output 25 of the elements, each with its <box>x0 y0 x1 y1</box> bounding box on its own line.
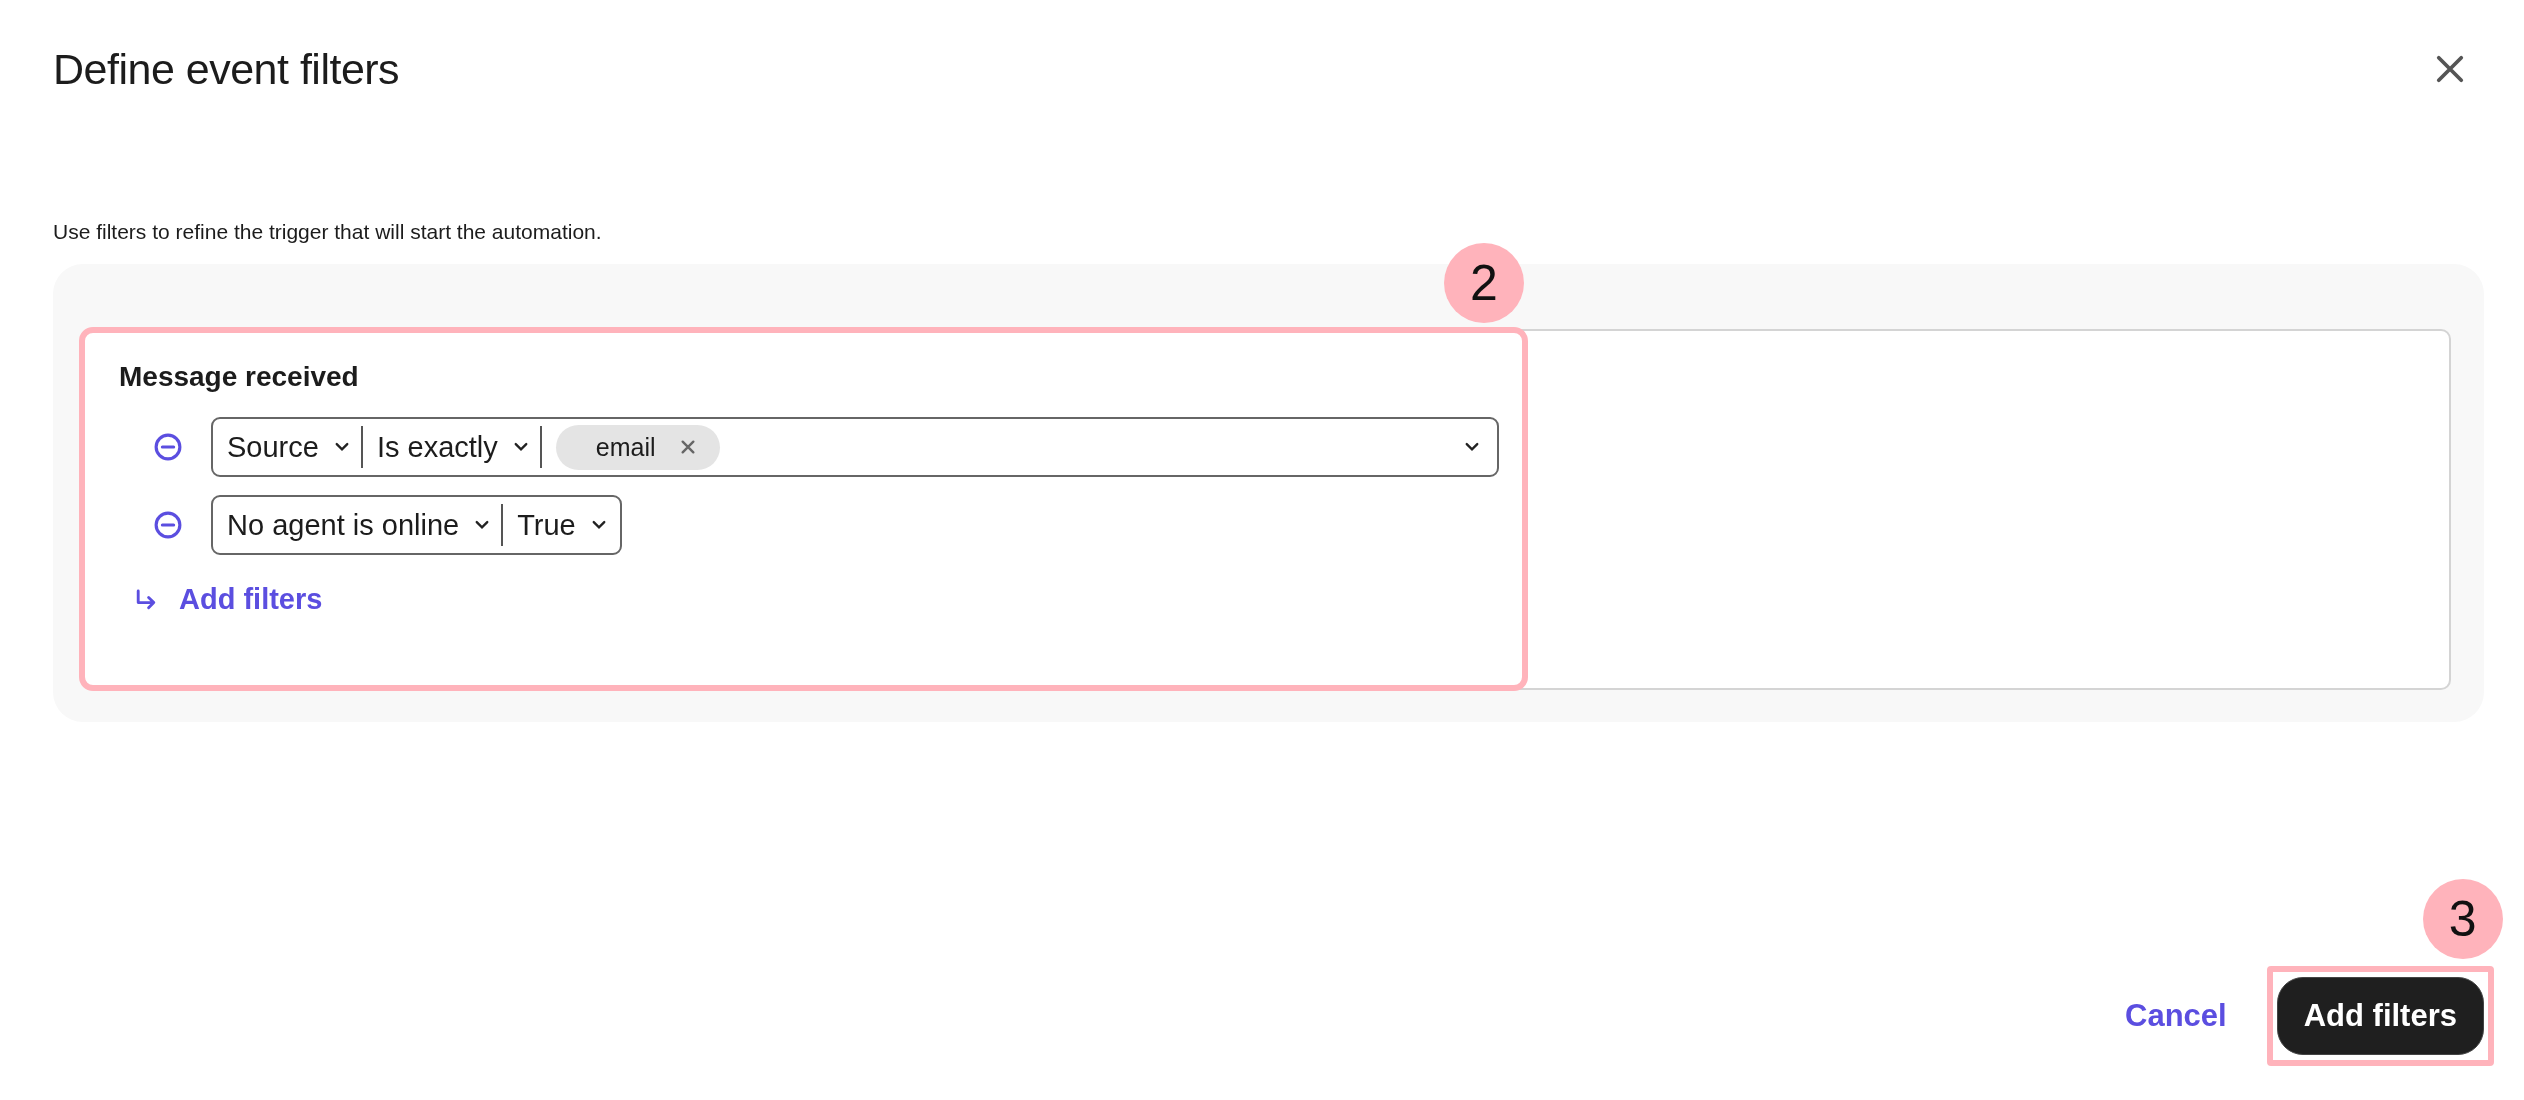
annotation-badge: 3 <box>2422 879 2503 959</box>
annotation-badge: 2 <box>1444 243 1524 323</box>
add-filters-label[interactable]: Add filters <box>179 583 323 616</box>
filter-select[interactable]: No agent is online <box>227 508 490 542</box>
add-filters-button[interactable]: Add filters <box>2276 977 2484 1055</box>
chevron-icon[interactable] <box>1465 442 1479 452</box>
remove-tag-icon[interactable] <box>679 439 696 455</box>
filter-select[interactable]: Is exactly <box>376 430 528 464</box>
remove-icon[interactable] <box>153 510 183 540</box>
close-icon[interactable] <box>2435 54 2465 84</box>
value-tag: email <box>555 424 720 470</box>
chevron-icon <box>475 520 490 530</box>
cancel-link[interactable]: Cancel <box>2125 998 2227 1034</box>
filter-field[interactable]: Source Is exactly email <box>211 417 1499 477</box>
filter-select[interactable]: True <box>517 508 606 542</box>
remove-icon[interactable] <box>153 432 183 462</box>
description: Use filters to refine the trigger that will start the automation. <box>53 220 603 244</box>
chevron-icon <box>591 520 606 530</box>
filter-select[interactable]: Source <box>227 430 349 464</box>
dialog-title: Define event filters <box>53 44 400 94</box>
chevron-icon <box>334 442 349 452</box>
add-filters-link[interactable]: Add filters <box>119 583 2413 616</box>
chevron-icon <box>513 442 528 452</box>
filter-field[interactable]: No agent is online True <box>211 495 622 555</box>
group-title: Message received <box>119 361 360 393</box>
